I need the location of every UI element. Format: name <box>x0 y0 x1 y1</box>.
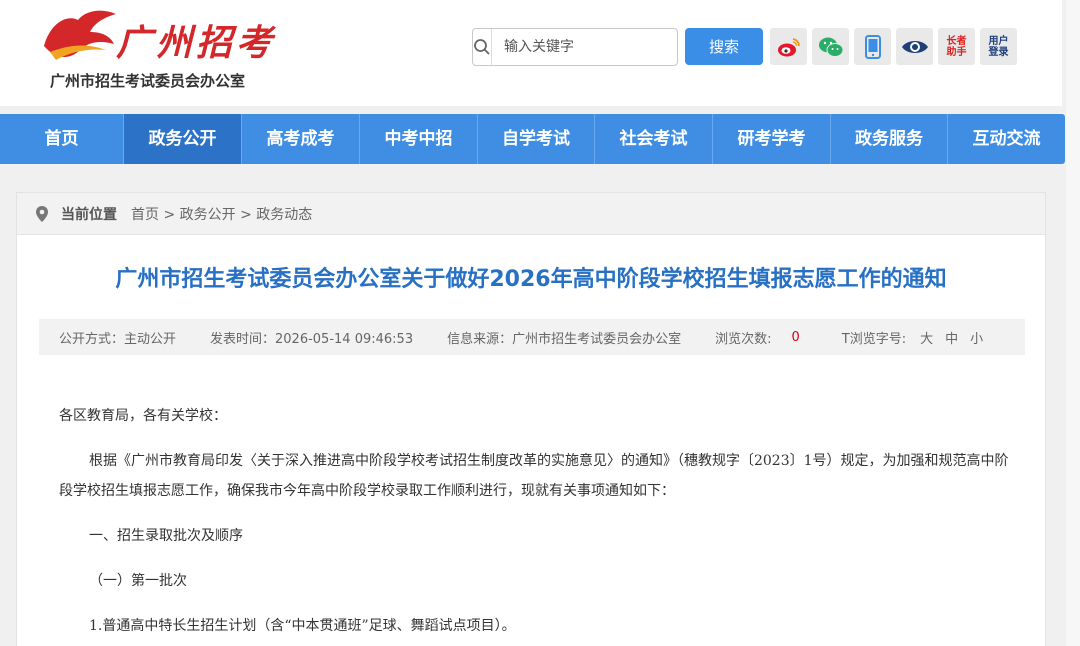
meta-disclosure: 公开方式：主动公开 <box>59 331 177 347</box>
nav-item-government-services[interactable]: 政务服务 <box>831 114 948 164</box>
article-body: 各区教育局，各有关学校： 根据《广州市教育局印发〈关于深入推进高中阶段学校考试招… <box>59 401 1009 646</box>
nav-item-government-affairs[interactable]: 政务公开 <box>124 114 242 164</box>
breadcrumb-label: 当前位置 <box>61 206 117 223</box>
breadcrumb: 当前位置 首页 > 政务公开 > 政务动态 <box>17 193 1045 235</box>
nav-item-social-exam[interactable]: 社会考试 <box>595 114 713 164</box>
elder-helper-label-2: 助手 <box>946 46 967 58</box>
meta-source: 信息来源：广州市招生考试委员会办公室 <box>447 331 682 347</box>
font-size-small-button[interactable]: 小 <box>970 328 983 347</box>
user-login-label-1: 用户 <box>988 35 1009 47</box>
nav-item-interaction[interactable]: 互动交流 <box>948 114 1065 164</box>
nav-item-graduate-exam[interactable]: 研考学考 <box>713 114 831 164</box>
weibo-button[interactable] <box>770 28 807 65</box>
kapok-flower-logo-icon[interactable] <box>36 6 120 66</box>
weibo-icon <box>777 37 800 56</box>
accessibility-button[interactable] <box>896 28 933 65</box>
article-title: 广州市招生考试委员会办公室关于做好2026年高中阶段学校招生填报志愿工作的通知 <box>115 267 947 292</box>
wechat-icon <box>818 37 843 57</box>
meta-views-value: 0 <box>791 329 800 345</box>
site-header: 广州招考 广州市招生考试委员会办公室 搜索 <box>0 0 1062 106</box>
page-scrollbar[interactable] <box>1066 0 1080 646</box>
article-container: 当前位置 首页 > 政务公开 > 政务动态 广州市招生考试委员会办公室关于做好2… <box>16 192 1046 646</box>
wechat-button[interactable] <box>812 28 849 65</box>
site-logo-subtitle: 广州市招生考试委员会办公室 <box>50 72 246 90</box>
elder-helper-button[interactable]: 长者 助手 <box>938 28 975 65</box>
main-nav: 首页 政务公开 高考成考 中考中招 自学考试 社会考试 研考学考 政务服务 互动… <box>0 114 1065 164</box>
user-login-label-2: 登录 <box>988 46 1009 58</box>
nav-item-gaokao[interactable]: 高考成考 <box>242 114 360 164</box>
meta-font-size-label: T浏览字号: <box>841 331 907 347</box>
nav-item-home[interactable]: 首页 <box>0 114 124 164</box>
user-login-icon: 用户 登录 <box>989 36 1009 58</box>
font-size-large-button[interactable]: 大 <box>920 328 933 347</box>
font-size-medium-button[interactable]: 中 <box>945 328 958 347</box>
search-button[interactable]: 搜索 <box>685 28 763 65</box>
article-paragraph-item: 1.普通高中特长生招生计划（含“中本贯通班”足球、舞蹈试点项目）。 <box>89 618 516 634</box>
article-paragraph-section-heading: 一、招生录取批次及顺序 <box>89 528 243 544</box>
mobile-button[interactable] <box>854 28 891 65</box>
article-paragraph-subsection-heading: （一）第一批次 <box>89 573 187 589</box>
search-input[interactable] <box>492 32 678 62</box>
article-meta: 公开方式：主动公开 发表时间：2026-05-14 09:46:53 信息来源：… <box>39 319 1025 355</box>
site-logo-text[interactable]: 广州招考 <box>116 14 276 66</box>
search-box <box>472 28 678 66</box>
location-pin-icon <box>36 205 48 222</box>
eye-icon <box>901 40 928 53</box>
article-paragraph-salutation: 各区教育局，各有关学校： <box>59 408 227 424</box>
search-icon <box>473 29 492 65</box>
meta-views-label: 浏览次数: <box>715 331 772 347</box>
meta-publish-time: 发表时间：2026-05-14 09:46:53 <box>210 331 414 347</box>
elder-helper-icon: 长者 助手 <box>947 36 967 58</box>
nav-item-zhongkao[interactable]: 中考中招 <box>360 114 478 164</box>
breadcrumb-path[interactable]: 首页 > 政务公开 > 政务动态 <box>131 204 312 224</box>
mobile-icon <box>864 34 881 59</box>
nav-item-self-study-exam[interactable]: 自学考试 <box>478 114 595 164</box>
elder-helper-label-1: 长者 <box>946 35 967 47</box>
user-login-button[interactable]: 用户 登录 <box>980 28 1017 65</box>
article-paragraph-intro: 根据《广州市教育局印发〈关于深入推进高中阶段学校考试招生制度改革的实施意见〉的通… <box>59 453 1009 499</box>
